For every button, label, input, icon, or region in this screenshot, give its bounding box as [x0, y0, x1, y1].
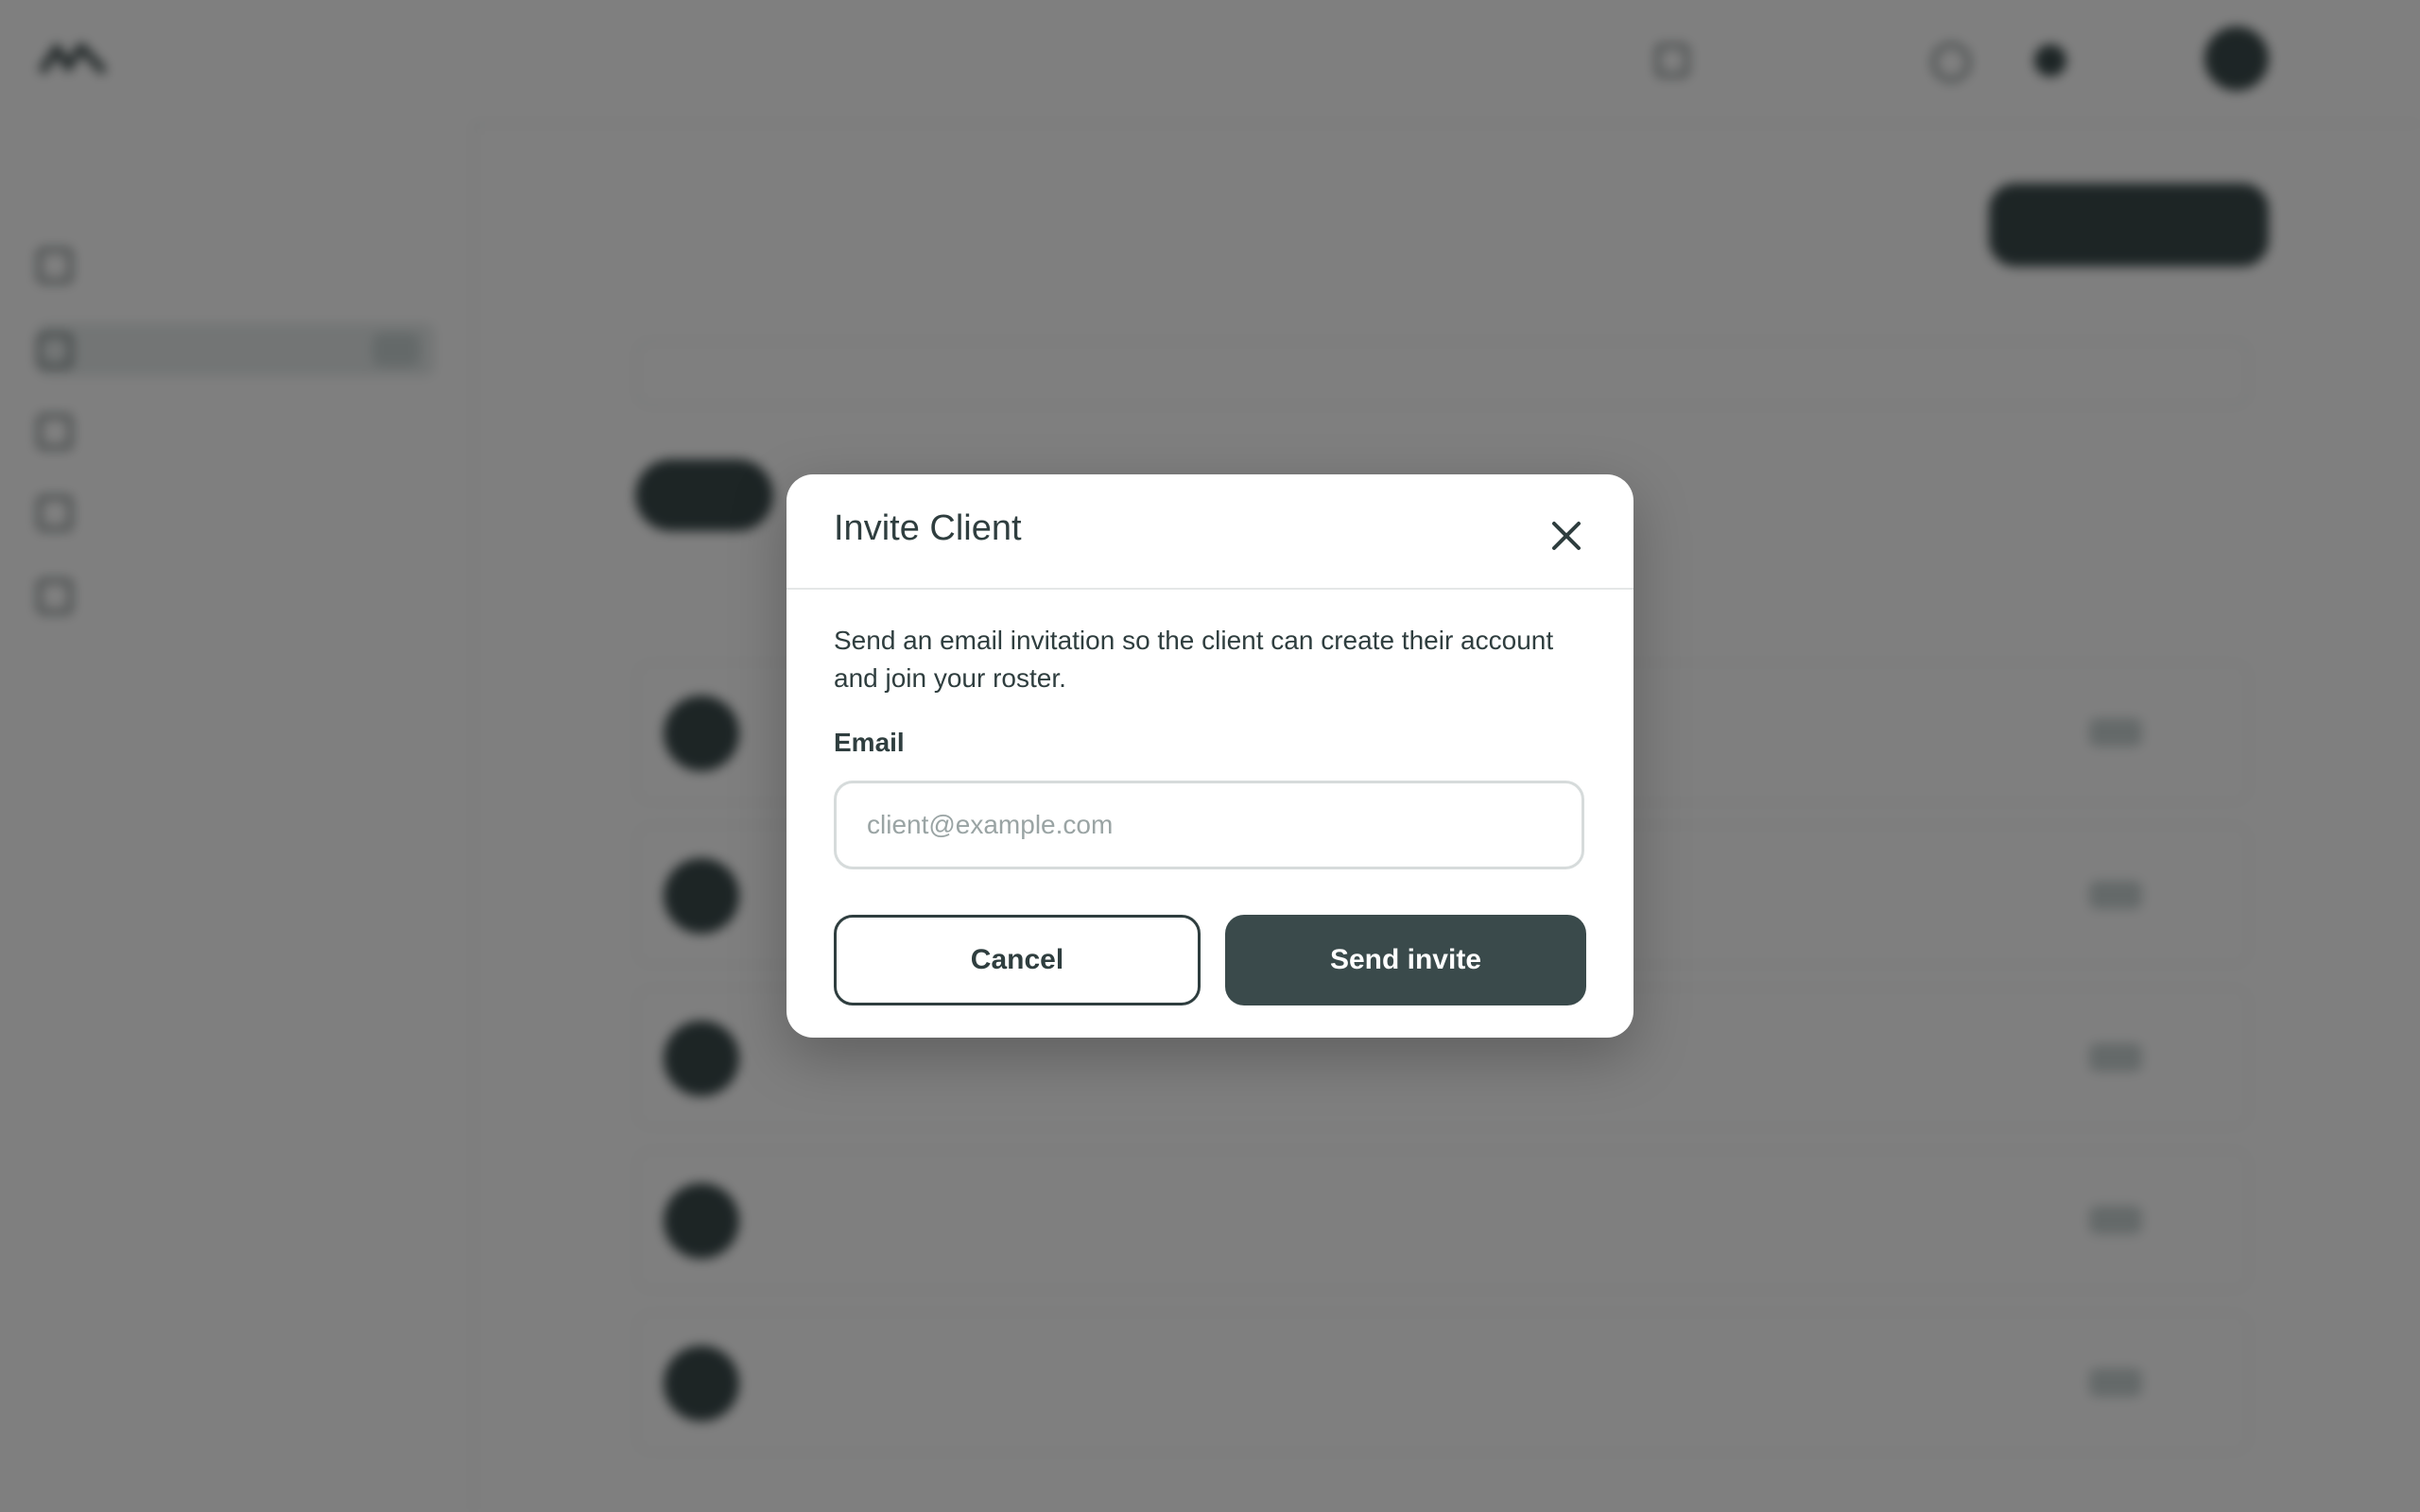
dialog-title: Invite Client — [834, 508, 1022, 548]
send-invite-button[interactable]: Send invite — [1225, 915, 1586, 1005]
email-field[interactable] — [834, 781, 1584, 869]
cancel-button[interactable]: Cancel — [834, 915, 1201, 1005]
close-icon — [1552, 522, 1581, 550]
dialog-description: Send an email invitation so the client c… — [834, 626, 1554, 693]
email-label: Email — [834, 728, 905, 757]
close-button[interactable] — [1543, 512, 1590, 559]
invite-client-dialog: Invite Client Send an email invitation s… — [786, 474, 1634, 1038]
dialog-header: Invite Client — [786, 474, 1634, 590]
